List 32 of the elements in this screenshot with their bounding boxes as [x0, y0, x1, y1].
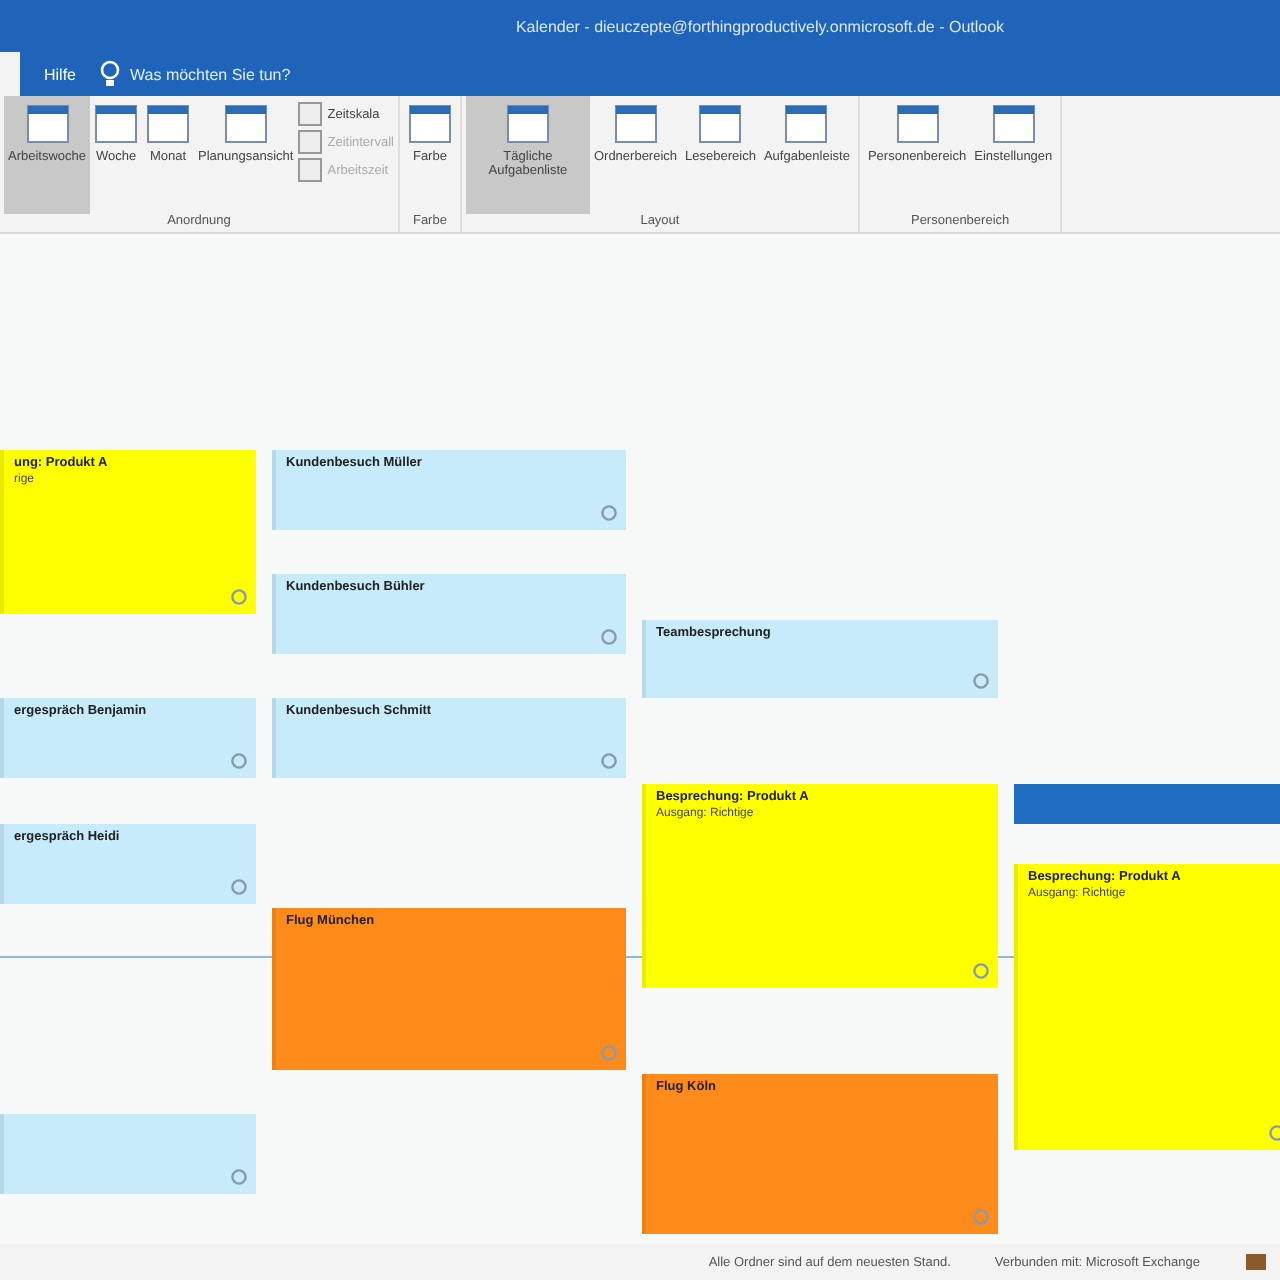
calendar-view-icon: [613, 104, 658, 144]
grid-icon: [297, 102, 322, 126]
recurrence-icon: [600, 504, 618, 522]
recurrence-icon: [230, 588, 248, 606]
calendar-view-icon: [94, 104, 139, 144]
calendar-view-icon: [895, 104, 940, 144]
calendar-view-icon: [223, 104, 268, 144]
recurrence-icon: [230, 752, 248, 770]
recurrence-icon: [972, 672, 990, 690]
ribbon-tab[interactable]: Hilfe: [36, 65, 85, 83]
calendar-view-icon: [698, 104, 743, 144]
recurrence-icon: [972, 1208, 990, 1226]
window-title: Kalender - dieuczepte@forthingproductively.onmicrosoft.de - Outlook: [513, 17, 1005, 35]
calendar-view-icon: [784, 104, 829, 144]
calendar-view-icon: [146, 104, 191, 144]
calendar-view-icon: [991, 104, 1036, 144]
calendar-view-icon: [407, 104, 452, 144]
calendar-event[interactable]: [0, 1114, 256, 1194]
recurrence-icon: [972, 962, 990, 980]
grid-icon: [297, 130, 322, 154]
file-tab[interactable]: [0, 52, 20, 96]
recurrence-icon: [600, 628, 618, 646]
selected-time-slot[interactable]: [1014, 784, 1280, 824]
calendar-view-icon: [25, 104, 70, 144]
recurrence-icon: [600, 752, 618, 770]
tell-me-field[interactable]: Was möchten Sie tun?: [126, 63, 355, 85]
recurrence-icon: [230, 1168, 248, 1186]
calendar-view-icon: [505, 104, 550, 144]
grid-icon: [297, 158, 322, 182]
lightbulb-icon: [100, 60, 121, 88]
recurrence-icon: [600, 1044, 618, 1062]
recurrence-icon: [230, 878, 248, 896]
